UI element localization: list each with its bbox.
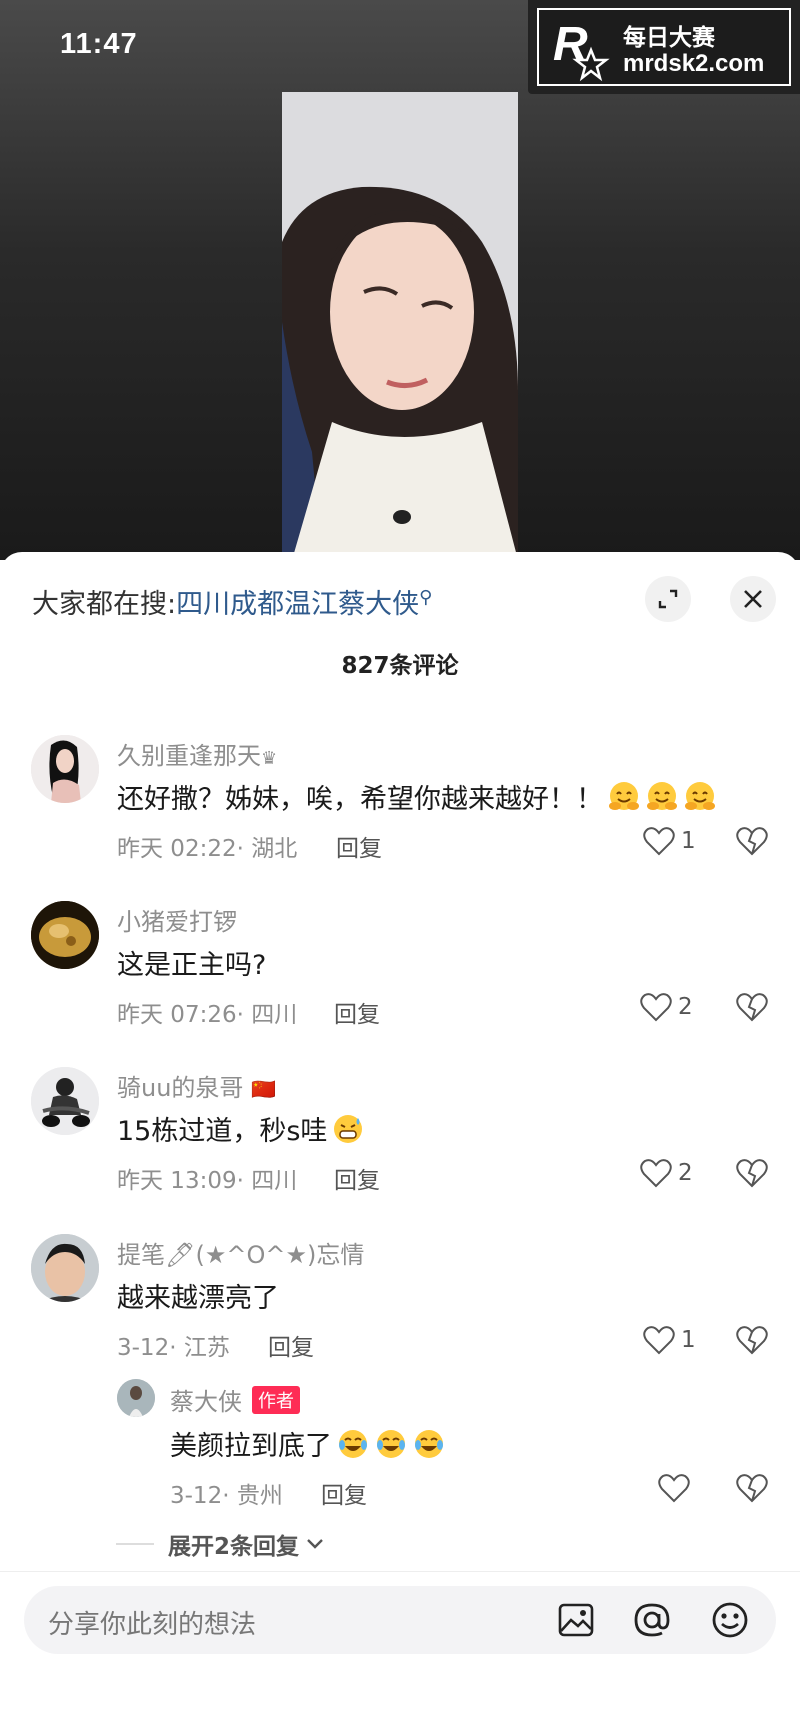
dislike-icon[interactable]	[736, 1325, 768, 1355]
watermark-title: 每日大赛	[623, 25, 715, 51]
heart-icon	[658, 1474, 690, 1503]
divider	[0, 1571, 800, 1572]
like-button[interactable]: 1	[643, 826, 696, 856]
avatar[interactable]	[31, 1234, 99, 1302]
reply-button[interactable]: 回复	[268, 1328, 314, 1362]
comment-author[interactable]: 提笔🖊(★^O^★)忘情	[117, 1235, 364, 1270]
avatar[interactable]	[31, 901, 99, 969]
comment-text: 越来越漂亮了	[117, 1283, 279, 1314]
search-suggestion[interactable]: 大家都在搜:四川成都温江蔡大侠⚲	[32, 582, 432, 621]
video-area[interactable]: 11:47 R 每日大赛 mrdsk2.com	[0, 0, 800, 560]
dislike-icon[interactable]	[736, 1158, 768, 1188]
like-count: 2	[678, 1160, 693, 1186]
mention-icon[interactable]	[632, 1600, 672, 1640]
watermark: R 每日大赛 mrdsk2.com	[528, 0, 800, 94]
dislike-icon[interactable]	[736, 992, 768, 1022]
comment-meta: 昨天 02:22· 湖北	[117, 836, 298, 862]
reply-author[interactable]: 蔡大侠 作者	[170, 1382, 300, 1417]
reply-text: 美颜拉到底了	[170, 1424, 446, 1463]
like-count: 1	[681, 1327, 696, 1353]
expand-replies[interactable]: 展开2条回复	[116, 1527, 325, 1561]
watermark-url: mrdsk2.com	[623, 50, 765, 77]
like-count: 1	[681, 828, 696, 854]
dislike-icon[interactable]	[736, 826, 768, 856]
close-button[interactable]	[730, 576, 776, 622]
like-button[interactable]: 1	[643, 1325, 696, 1355]
like-button[interactable]: 2	[640, 1158, 693, 1188]
like-count: 2	[678, 994, 693, 1020]
comment-meta: 3-12· 江苏	[117, 1335, 230, 1361]
like-button[interactable]: 2	[640, 992, 693, 1022]
reply-button[interactable]: 回复	[336, 829, 382, 863]
laugh-cry-emoji	[332, 1430, 446, 1462]
video-thumbnail[interactable]	[282, 92, 518, 560]
chevron-down-icon	[307, 1539, 323, 1549]
comment-author[interactable]: 骑uu的泉哥 🇨🇳	[117, 1068, 276, 1103]
watermark-logo: R	[553, 18, 610, 82]
avatar[interactable]	[31, 1067, 99, 1135]
search-link[interactable]: 四川成都温江蔡大侠	[176, 589, 419, 620]
comment-panel: 大家都在搜:四川成都温江蔡大侠⚲ 827条评论 久别重逢那天♛ 还好撒？姊妹，唉…	[0, 552, 800, 1731]
reply-button[interactable]: 回复	[334, 995, 380, 1029]
hug-emoji	[603, 782, 717, 815]
crown-icon: ♛	[261, 748, 278, 769]
reply-button[interactable]: 回复	[334, 1161, 380, 1195]
avatar[interactable]	[117, 1379, 155, 1417]
flag-icon: 🇨🇳	[251, 1077, 276, 1101]
like-button[interactable]	[658, 1473, 690, 1503]
comment-text: 15栋过道，秒s哇	[117, 1109, 365, 1148]
status-time: 11:47	[60, 28, 138, 60]
svg-text:R: R	[553, 18, 588, 71]
comment-author[interactable]: 久别重逢那天♛	[117, 736, 277, 771]
expand-button[interactable]	[645, 576, 691, 622]
dislike-icon[interactable]	[736, 1473, 768, 1503]
heart-icon	[643, 827, 675, 856]
comment-input[interactable]: 分享你此刻的想法	[24, 1586, 776, 1654]
comment-author[interactable]: 小猪爱打锣	[117, 902, 237, 937]
emoji-icon[interactable]	[710, 1600, 750, 1640]
heart-icon	[643, 1326, 675, 1355]
search-icon: ⚲	[419, 587, 433, 608]
author-badge: 作者	[252, 1386, 300, 1414]
search-prefix: 大家都在搜:	[32, 589, 177, 620]
close-icon	[744, 590, 762, 608]
person-portrait	[282, 92, 518, 560]
avatar[interactable]	[31, 735, 99, 803]
comment-meta: 昨天 13:09· 四川	[117, 1168, 298, 1194]
heart-icon	[640, 1159, 672, 1188]
comment-text: 这是正主吗?	[117, 950, 267, 981]
comment-count: 827条评论	[341, 653, 459, 679]
image-icon[interactable]	[556, 1600, 596, 1640]
grin-sweat-emoji	[327, 1115, 365, 1147]
expand-replies-label: 展开2条回复	[168, 1534, 300, 1560]
expand-icon	[658, 589, 678, 609]
comment-meta: 昨天 07:26· 四川	[117, 1002, 298, 1028]
reply-meta: 3-12· 贵州	[170, 1483, 283, 1509]
comment-input-placeholder: 分享你此刻的想法	[48, 1610, 257, 1640]
heart-icon	[640, 993, 672, 1022]
reply-button[interactable]: 回复	[321, 1476, 367, 1510]
comment-text: 还好撒？姊妹，唉，希望你越来越好！！	[117, 777, 717, 816]
